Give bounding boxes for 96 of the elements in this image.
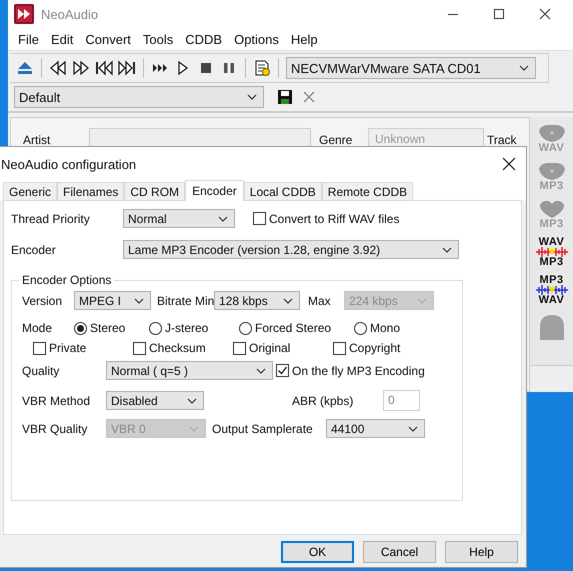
field-label: Output Samplerate [212, 422, 314, 436]
field-label: Quality [22, 364, 60, 378]
chevron-icon [408, 426, 418, 432]
checkbox-label: Checksum [149, 341, 206, 355]
app-logo-icon [14, 4, 34, 24]
field-label: Bitrate Min [157, 294, 214, 308]
checkbox[interactable] [333, 342, 346, 354]
checkbox-label: Convert to Riff WAV files [269, 212, 400, 226]
cd-icon [536, 123, 566, 143]
checkbox[interactable] [233, 342, 246, 354]
dropdown[interactable]: Disabled [106, 391, 204, 410]
field-label: VBR Method [22, 394, 92, 408]
radio-label: Mono [370, 321, 400, 335]
field-label: Artist [23, 133, 52, 147]
field-label: VBR Quality [22, 422, 88, 436]
dropdown[interactable]: NECVMWarVMware SATA CD01 [286, 57, 536, 79]
dropdown[interactable]: 44100 [326, 419, 425, 438]
format-label: WAV [538, 295, 564, 305]
checkbox[interactable] [276, 364, 289, 377]
dropdown[interactable]: 128 kbps [214, 291, 300, 310]
radio-label: Stereo [90, 321, 126, 335]
save-icon[interactable] [277, 89, 293, 105]
convert-button[interactable]: MP3 WAV [536, 275, 568, 305]
menu-item[interactable]: CDDB [179, 32, 228, 46]
radio-button[interactable] [74, 322, 87, 334]
menu-item[interactable]: Help [284, 32, 324, 46]
chevron-icon [189, 426, 199, 432]
menu-item[interactable]: Options [228, 32, 285, 46]
menu-item[interactable]: File [12, 32, 45, 46]
format-label: MP3 [539, 219, 564, 229]
tab[interactable]: Remote CDDB [322, 182, 414, 200]
dropdown[interactable]: Default [14, 86, 264, 108]
checkbox-label: Copyright [349, 341, 400, 355]
chevron-icon [283, 298, 293, 304]
tab[interactable]: Encoder [185, 180, 244, 201]
skip-forward-icon[interactable] [118, 59, 136, 77]
tab[interactable]: CD ROM [124, 182, 186, 200]
menu-item[interactable]: Convert [79, 32, 137, 46]
dialog-button[interactable]: Cancel [363, 541, 436, 563]
radio-label: J-stereo [165, 321, 208, 335]
chevron-icon [519, 65, 529, 71]
checkbox[interactable] [33, 342, 46, 354]
format-label: MP3 [539, 181, 564, 191]
fast-forward-icon[interactable] [72, 59, 90, 77]
menu-item[interactable]: Edit [44, 32, 80, 46]
field-label: ABR (kpbs) [292, 394, 354, 408]
tab[interactable]: Generic [3, 182, 58, 200]
chevron-icon [256, 368, 266, 374]
checkbox[interactable] [133, 342, 146, 354]
chevron-icon [134, 298, 144, 304]
close-icon[interactable] [502, 157, 516, 171]
group-title: Encoder Options [21, 273, 112, 287]
format-label: WAV [538, 143, 564, 153]
dropdown[interactable]: Lame MP3 Encoder (version 1.28, engine 3.92) [123, 240, 459, 259]
checkbox[interactable] [253, 212, 266, 225]
dropdown[interactable]: Normal [123, 209, 235, 228]
skip-back-icon[interactable] [95, 59, 113, 77]
dialog-button[interactable]: OK [281, 541, 354, 563]
chevron-icon [417, 298, 427, 304]
radio-label: Forced Stereo [255, 321, 332, 335]
checkbox-label: On the fly MP3 Encoding [292, 364, 425, 378]
maximize-icon[interactable] [493, 8, 505, 20]
checkbox-label: Private [49, 341, 86, 355]
radio-button[interactable] [239, 322, 252, 334]
tab[interactable]: Local CDDB [244, 182, 322, 200]
field-label: Track [487, 133, 517, 147]
convert-button[interactable]: WAV MP3 [536, 237, 568, 267]
field-label: Version [22, 294, 64, 308]
chevron-icon [187, 398, 197, 404]
format-label: MP3 [539, 257, 564, 267]
field-label: Max [308, 294, 332, 308]
dialog-button[interactable]: Help [445, 541, 518, 563]
radio-button[interactable] [354, 322, 367, 334]
chevron-icon [247, 94, 257, 100]
close-icon[interactable] [539, 8, 551, 20]
window-title: NeoAudio configuration [1, 156, 136, 172]
format-label: WAV [538, 237, 564, 247]
delete-icon[interactable] [303, 91, 315, 103]
document-gear-icon[interactable] [253, 59, 271, 77]
field-label: Mode [22, 321, 54, 335]
menu-item[interactable]: Tools [136, 32, 180, 46]
field-label: Thread Priority [11, 212, 91, 226]
chevron-icon [442, 246, 452, 252]
cd-icon [536, 161, 566, 181]
radio-button[interactable] [149, 322, 162, 334]
rewind-icon[interactable] [49, 59, 67, 77]
dropdown[interactable]: MPEG I [74, 291, 151, 310]
chevron-icon [218, 216, 228, 222]
field-label: Genre [319, 133, 354, 147]
checkbox-label: Original [249, 341, 290, 355]
window-title: NeoAudio [41, 6, 98, 22]
format-label: MP3 [539, 275, 564, 285]
tab[interactable]: Filenames [57, 182, 124, 200]
field-label: Encoder [11, 242, 57, 256]
eject-icon[interactable] [16, 59, 34, 77]
dropdown[interactable]: Normal ( q=5 ) [106, 361, 273, 380]
